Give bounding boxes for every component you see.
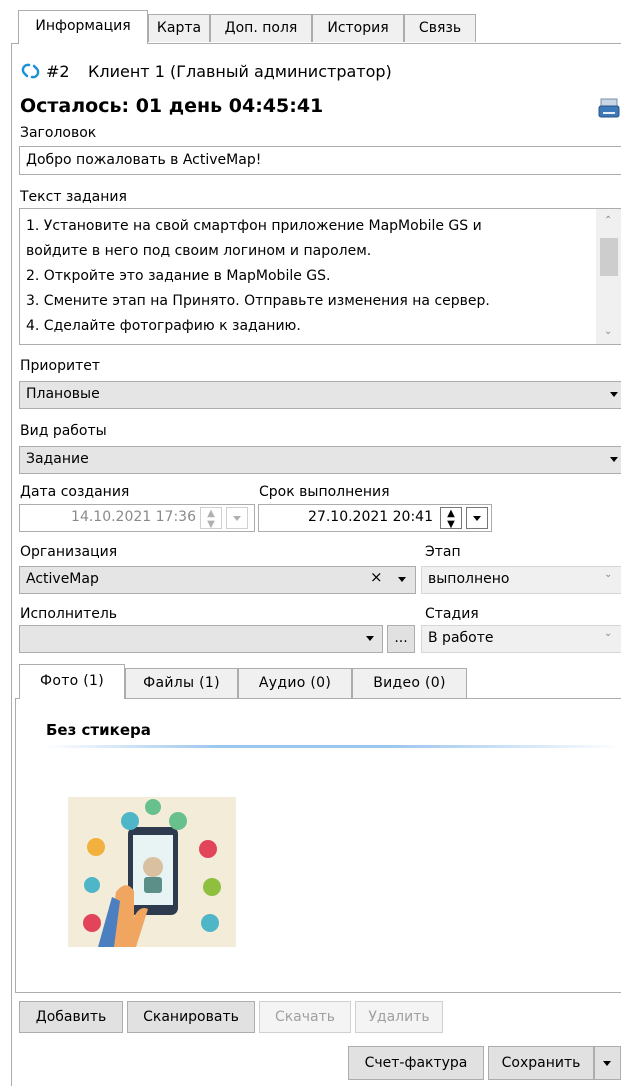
created-date-dropdown: [226, 507, 248, 529]
chevron-down-icon: [473, 516, 481, 521]
phase-select[interactable]: В работе: [421, 625, 621, 653]
created-date-spinner: ▲ ▼: [200, 507, 222, 530]
tab-audio[interactable]: Аудио (0): [238, 668, 352, 698]
save-options-button[interactable]: [594, 1046, 621, 1080]
tab-information[interactable]: Информация: [18, 10, 148, 44]
organization-select[interactable]: ActiveMap: [19, 566, 416, 594]
executor-more-button[interactable]: ...: [387, 625, 415, 653]
title-input[interactable]: Добро пожаловать в ActiveMap!: [19, 146, 621, 175]
chevron-down-icon: [603, 1061, 611, 1066]
task-text-line: 4. Сделайте фотографию к заданию.: [26, 318, 301, 334]
deadline-dropdown[interactable]: [466, 507, 488, 529]
link-icon: [21, 63, 40, 79]
download-button: Скачать: [259, 1001, 351, 1033]
task-text-line: 2. Откройте это задание в MapMobile GS.: [26, 268, 331, 284]
stage-select[interactable]: выполнено: [421, 566, 621, 594]
task-text-line: войдите в него под своим логином и парол…: [26, 243, 372, 259]
created-date-label: Дата создания: [20, 484, 130, 500]
tab-photo[interactable]: Фото (1): [19, 664, 125, 699]
tab-link[interactable]: Связь: [404, 14, 476, 42]
organization-label: Организация: [20, 544, 118, 560]
chevron-down-icon: [366, 636, 374, 641]
invoice-button[interactable]: Счет-фактура: [348, 1046, 484, 1080]
executor-select[interactable]: [19, 625, 383, 653]
save-button[interactable]: Сохранить: [488, 1046, 594, 1080]
work-type-select[interactable]: Задание: [19, 446, 621, 474]
time-remaining: Осталось: 01 день 04:45:41: [20, 95, 324, 117]
scroll-up-icon[interactable]: ⌃: [604, 215, 612, 226]
task-number: #2: [46, 62, 70, 81]
deadline-label: Срок выполнения: [259, 484, 390, 500]
priority-select[interactable]: Плановые: [19, 381, 621, 409]
task-text-line: 3. Смените этап на Принято. Отправьте из…: [26, 293, 490, 309]
tab-history[interactable]: История: [312, 14, 404, 42]
client-name: Клиент 1 (Главный администратор): [88, 62, 392, 81]
scan-button[interactable]: Сканировать: [127, 1001, 255, 1033]
task-text-area[interactable]: 1. Установите на свой смартфон приложени…: [19, 208, 621, 345]
photo-thumbnail[interactable]: [68, 797, 236, 947]
print-icon[interactable]: [597, 97, 621, 121]
chevron-down-icon: [610, 392, 618, 397]
phase-label: Стадия: [425, 606, 479, 622]
tab-files[interactable]: Файлы (1): [125, 668, 238, 698]
chevron-down-icon: ⌄: [604, 628, 613, 639]
tab-extra-fields[interactable]: Доп. поля: [210, 14, 312, 42]
scroll-down-icon[interactable]: ⌄: [604, 326, 612, 337]
chevron-down-icon: [398, 577, 406, 582]
scrollbar-thumb[interactable]: [600, 238, 618, 276]
photo-panel: Без стикера: [15, 698, 621, 993]
sticker-group-title: Без стикера: [46, 721, 151, 739]
executor-label: Исполнитель: [20, 606, 118, 622]
delete-button: Удалить: [355, 1001, 443, 1033]
task-text-line: 1. Установите на свой смартфон приложени…: [26, 218, 482, 234]
work-type-label: Вид работы: [20, 423, 107, 439]
clear-icon[interactable]: ×: [370, 568, 383, 586]
task-text-scrollbar[interactable]: [596, 209, 621, 344]
stage-label: Этап: [425, 544, 461, 560]
tab-map[interactable]: Карта: [148, 14, 210, 42]
priority-label: Приоритет: [20, 358, 100, 374]
sticker-group-divider: [44, 745, 621, 748]
title-label: Заголовок: [20, 125, 97, 141]
chevron-down-icon: [610, 457, 618, 462]
task-text-label: Текст задания: [20, 189, 127, 205]
chevron-down-icon: [233, 516, 241, 521]
deadline-spinner[interactable]: ▲ ▼: [440, 507, 462, 530]
tab-video[interactable]: Видео (0): [352, 668, 467, 698]
add-button[interactable]: Добавить: [19, 1001, 123, 1033]
chevron-down-icon: ⌄: [604, 569, 613, 580]
